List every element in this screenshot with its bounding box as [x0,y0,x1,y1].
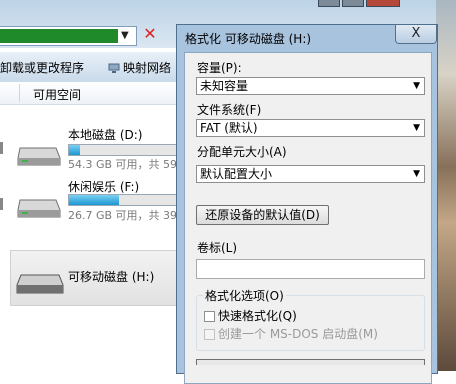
msdos-boot-label: 创建一个 MS-DOS 启动盘(M) [218,327,378,341]
format-options-label: 格式化选项(O) [203,287,286,304]
chevron-down-icon: ▼ [413,169,420,179]
drive-name: 休闲娱乐 (F:) [68,180,140,194]
drive-item-h[interactable]: 可移动磁盘 (H:) [10,250,201,306]
map-network-drive-button[interactable]: 映射网络 [108,59,171,76]
drive-name: 可移动磁盘 (H:) [68,270,155,284]
capacity-select[interactable]: 未知容量 ▼ [196,77,425,95]
hard-drive-icon [17,199,61,218]
allocation-select[interactable]: 默认配置大小 ▼ [196,165,425,183]
volume-label-label: 卷标(L) [197,241,238,255]
chevron-down-icon: ▼ [413,123,420,133]
drive-usage-bar [68,144,180,156]
map-network-label: 映射网络 [123,61,172,75]
chevron-down-icon: ▼ [413,81,420,91]
column-separator [19,84,20,102]
quick-format-label: 快速格式化(Q) [218,309,297,323]
dialog-close-button[interactable]: X [395,25,437,44]
drive-space-info: 54.3 GB 可用，共 59. [68,158,181,171]
checkbox-box [204,329,215,340]
dialog-title: 格式化 可移动磁盘 (H:) [185,32,312,46]
filesystem-value: FAT (默认) [200,121,258,135]
capacity-label: 容量(P): [197,61,242,75]
progress-bar [196,359,425,365]
drive-name: 本地磁盘 (D:) [68,128,143,142]
close-button[interactable] [366,0,400,7]
allocation-value: 默认配置大小 [200,167,273,181]
address-bar[interactable]: ▼ [0,26,137,46]
column-free-space[interactable]: 可用空间 [33,86,81,103]
allocation-label: 分配单元大小(A) [197,145,287,159]
close-icon: X [411,26,421,41]
restore-defaults-label: 还原设备的默认值(D) [205,208,320,222]
filesystem-label: 文件系统(F) [197,103,262,117]
network-drive-icon [108,63,120,73]
drive-item-f[interactable]: 休闲娱乐 (F:) 26.7 GB 可用，共 39. [0,172,200,232]
msdos-boot-checkbox[interactable]: 创建一个 MS-DOS 启动盘(M) [204,325,378,342]
column-header: 可用空间 [0,82,200,105]
chevron-down-icon[interactable]: ▼ [121,27,129,45]
drive-usage-bar [68,194,180,206]
capacity-value: 未知容量 [200,79,249,93]
maximize-button[interactable] [342,0,364,7]
row-edge [0,142,3,154]
hard-drive-icon [17,147,61,166]
filesystem-select[interactable]: FAT (默认) ▼ [196,119,425,137]
quick-format-checkbox[interactable]: 快速格式化(Q) [204,307,297,324]
uninstall-label: 卸载或更改程序 [0,61,85,75]
drive-usage-fill [69,145,80,155]
removable-drive-icon [16,274,64,294]
dialog-body: 容量(P): 未知容量 ▼ 文件系统(F) FAT (默认) ▼ 分配单元大小(… [184,52,432,384]
volume-label-input[interactable] [196,259,425,279]
row-edge [0,198,3,210]
drive-item-d[interactable]: 本地磁盘 (D:) 54.3 GB 可用，共 59. [0,120,200,180]
restore-defaults-button[interactable]: 还原设备的默认值(D) [196,205,329,225]
close-icon[interactable]: ✕ [140,24,160,44]
explorer-toolbar: 卸载或更改程序 映射网络 [0,52,200,83]
address-progress [0,29,118,43]
drive-usage-fill [69,195,119,205]
uninstall-program-button[interactable]: 卸载或更改程序 [0,59,84,76]
drive-space-info: 26.7 GB 可用，共 39. [68,209,181,222]
format-dialog: 格式化 可移动磁盘 (H:) X 容量(P): 未知容量 ▼ 文件系统(F) F… [176,24,438,384]
minimize-button[interactable] [318,0,340,7]
checkbox-box [204,311,215,322]
desktop-wallpaper [436,0,456,371]
background-window-controls [318,0,438,8]
